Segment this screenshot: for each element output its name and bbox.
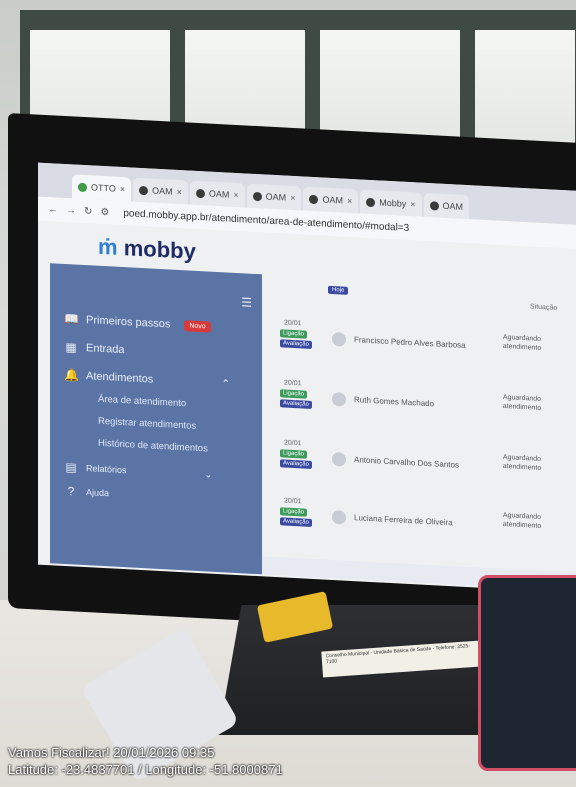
book-icon: 📖: [64, 311, 79, 327]
smartphone: [478, 575, 576, 771]
sidebar-item-label: Entrada: [86, 342, 125, 357]
help-icon: ?: [67, 484, 75, 499]
type-chip: Ligação: [280, 507, 308, 517]
chevron-up-icon: ⌃: [221, 377, 231, 391]
tab-label: OAM: [322, 194, 343, 206]
browser-tab[interactable]: OAM ×: [189, 180, 245, 208]
browser-tab[interactable]: OAM: [423, 192, 470, 220]
reload-icon[interactable]: ↻: [84, 205, 92, 216]
app-logo[interactable]: ṁ mobby: [98, 234, 196, 265]
browser-tab[interactable]: OAM ×: [133, 177, 188, 205]
browser-tab[interactable]: OTTO ×: [72, 174, 132, 202]
monitor-screen: OTTO × OAM × OAM × OAM × OAM × Mobby × OAM ← →…: [38, 162, 576, 593]
back-icon[interactable]: ←: [48, 204, 58, 216]
list-item[interactable]: 20/01 Ligação Avaliação Luciana Ferreira…: [270, 497, 576, 553]
sidebar-item-entrada[interactable]: ▦ Entrada: [64, 340, 125, 357]
tab-favicon-icon: [366, 197, 376, 207]
avatar: [332, 391, 346, 407]
patient-name: Francisco Pedro Alves Barbosa: [354, 335, 466, 350]
status-text: Aguardando atendimento: [502, 393, 542, 412]
row-date: 20/01: [284, 319, 302, 328]
browser-tab[interactable]: Mobby ×: [360, 189, 422, 217]
column-header: Situação: [530, 303, 558, 312]
sidebar-item-label: Ajuda: [86, 487, 110, 499]
tab-label: OAM: [442, 200, 464, 212]
tab-favicon-icon: [195, 188, 205, 198]
sidebar-subitem-registrar[interactable]: Registrar atendimentos: [98, 416, 196, 432]
sidebar-item-label: Atendimentos: [86, 370, 154, 386]
tab-label: OTTO: [91, 182, 116, 194]
bell-icon: 🔔: [64, 367, 79, 383]
row-date: 20/01: [284, 379, 302, 388]
report-icon: ▤: [65, 460, 77, 475]
list-item[interactable]: 20/01 Ligação Avaliação Antonio Carvalho…: [270, 439, 576, 495]
tab-label: OAM: [208, 188, 230, 200]
row-date: 20/01: [284, 497, 302, 506]
close-icon[interactable]: ×: [233, 190, 238, 200]
photo-caption: Vamos Fiscalizar! 20/01/2026 09:35 Latit…: [8, 744, 283, 778]
attendance-list: Hoje Situação 20/01 Ligação Avaliação Fr…: [270, 275, 576, 591]
status-text: Aguardando atendimento: [502, 511, 542, 530]
close-icon[interactable]: ×: [177, 187, 182, 197]
browser-tab[interactable]: OAM ×: [246, 183, 302, 211]
close-icon[interactable]: ×: [410, 199, 415, 209]
avatar: [332, 509, 346, 525]
type-chip: Ligação: [280, 449, 308, 459]
status-text: Aguardando atendimento: [502, 333, 542, 352]
list-item[interactable]: 20/01 Ligação Avaliação Francisco Pedro …: [270, 319, 576, 375]
category-chip: Avaliação: [280, 339, 312, 349]
tab-label: Mobby: [379, 197, 407, 209]
tab-favicon-icon: [252, 191, 262, 201]
forward-icon[interactable]: →: [66, 205, 76, 217]
sidebar-item-label: Relatórios: [86, 463, 127, 476]
close-icon[interactable]: ×: [347, 196, 352, 206]
brand-name: mobby: [123, 235, 196, 264]
sidebar-item-ajuda[interactable]: ? Ajuda: [64, 484, 109, 500]
filter-chip[interactable]: Hoje: [328, 285, 349, 295]
status-text: Aguardando atendimento: [502, 453, 542, 472]
close-icon[interactable]: ×: [120, 184, 125, 194]
tab-favicon-icon: [309, 194, 319, 204]
category-chip: Avaliação: [280, 459, 312, 469]
patient-name: Antonio Carvalho Dos Santos: [354, 455, 459, 470]
grid-icon: ▦: [65, 340, 77, 355]
avatar: [332, 331, 346, 347]
type-chip: Ligação: [280, 389, 308, 399]
caption-line-1: Vamos Fiscalizar! 20/01/2026 09:35: [8, 745, 215, 760]
tab-favicon-icon: [429, 200, 439, 211]
menu-collapse-icon[interactable]: ☰: [241, 295, 252, 310]
site-settings-icon[interactable]: ⚙: [100, 206, 109, 217]
browser-tab[interactable]: OAM ×: [303, 186, 359, 214]
tab-favicon-icon: [78, 182, 87, 192]
chevron-down-icon: ⌄: [204, 468, 213, 480]
close-icon[interactable]: ×: [290, 193, 295, 203]
caption-line-2: Latitude: -23.4837701 / Longitude: -51.8…: [8, 762, 283, 777]
avatar: [332, 451, 346, 467]
sidebar-item-atendimentos[interactable]: 🔔 Atendimentos ⌃: [64, 368, 230, 391]
monitor: OTTO × OAM × OAM × OAM × OAM × Mobby × OAM ← →…: [8, 113, 576, 716]
window-pane: [475, 30, 575, 150]
sidebar-item-primeiros-passos[interactable]: 📖 Primeiros passos Novo: [64, 312, 211, 334]
row-date: 20/01: [284, 439, 302, 448]
category-chip: Avaliação: [280, 517, 312, 527]
tab-favicon-icon: [139, 185, 149, 195]
category-chip: Avaliação: [280, 399, 312, 409]
sidebar-item-relatorios[interactable]: ▤ Relatórios ⌄: [64, 460, 212, 482]
sidebar: ☰ 📖 Primeiros passos Novo ▦ Entrada 🔔 At…: [50, 263, 262, 575]
type-chip: Ligação: [280, 329, 308, 339]
patient-name: Luciana Ferreira de Oliveira: [354, 513, 453, 528]
patient-name: Ruth Gomes Machado: [354, 395, 435, 409]
tab-label: OAM: [152, 185, 173, 197]
sidebar-subitem-historico[interactable]: Histórico de atendimentos: [98, 438, 208, 455]
sidebar-item-label: Primeiros passos: [86, 314, 171, 331]
tab-label: OAM: [265, 191, 287, 203]
new-badge: Novo: [184, 319, 211, 333]
sidebar-subitem-area[interactable]: Área de atendimento: [98, 394, 186, 410]
list-item[interactable]: 20/01 Ligação Avaliação Ruth Gomes Macha…: [270, 379, 576, 435]
